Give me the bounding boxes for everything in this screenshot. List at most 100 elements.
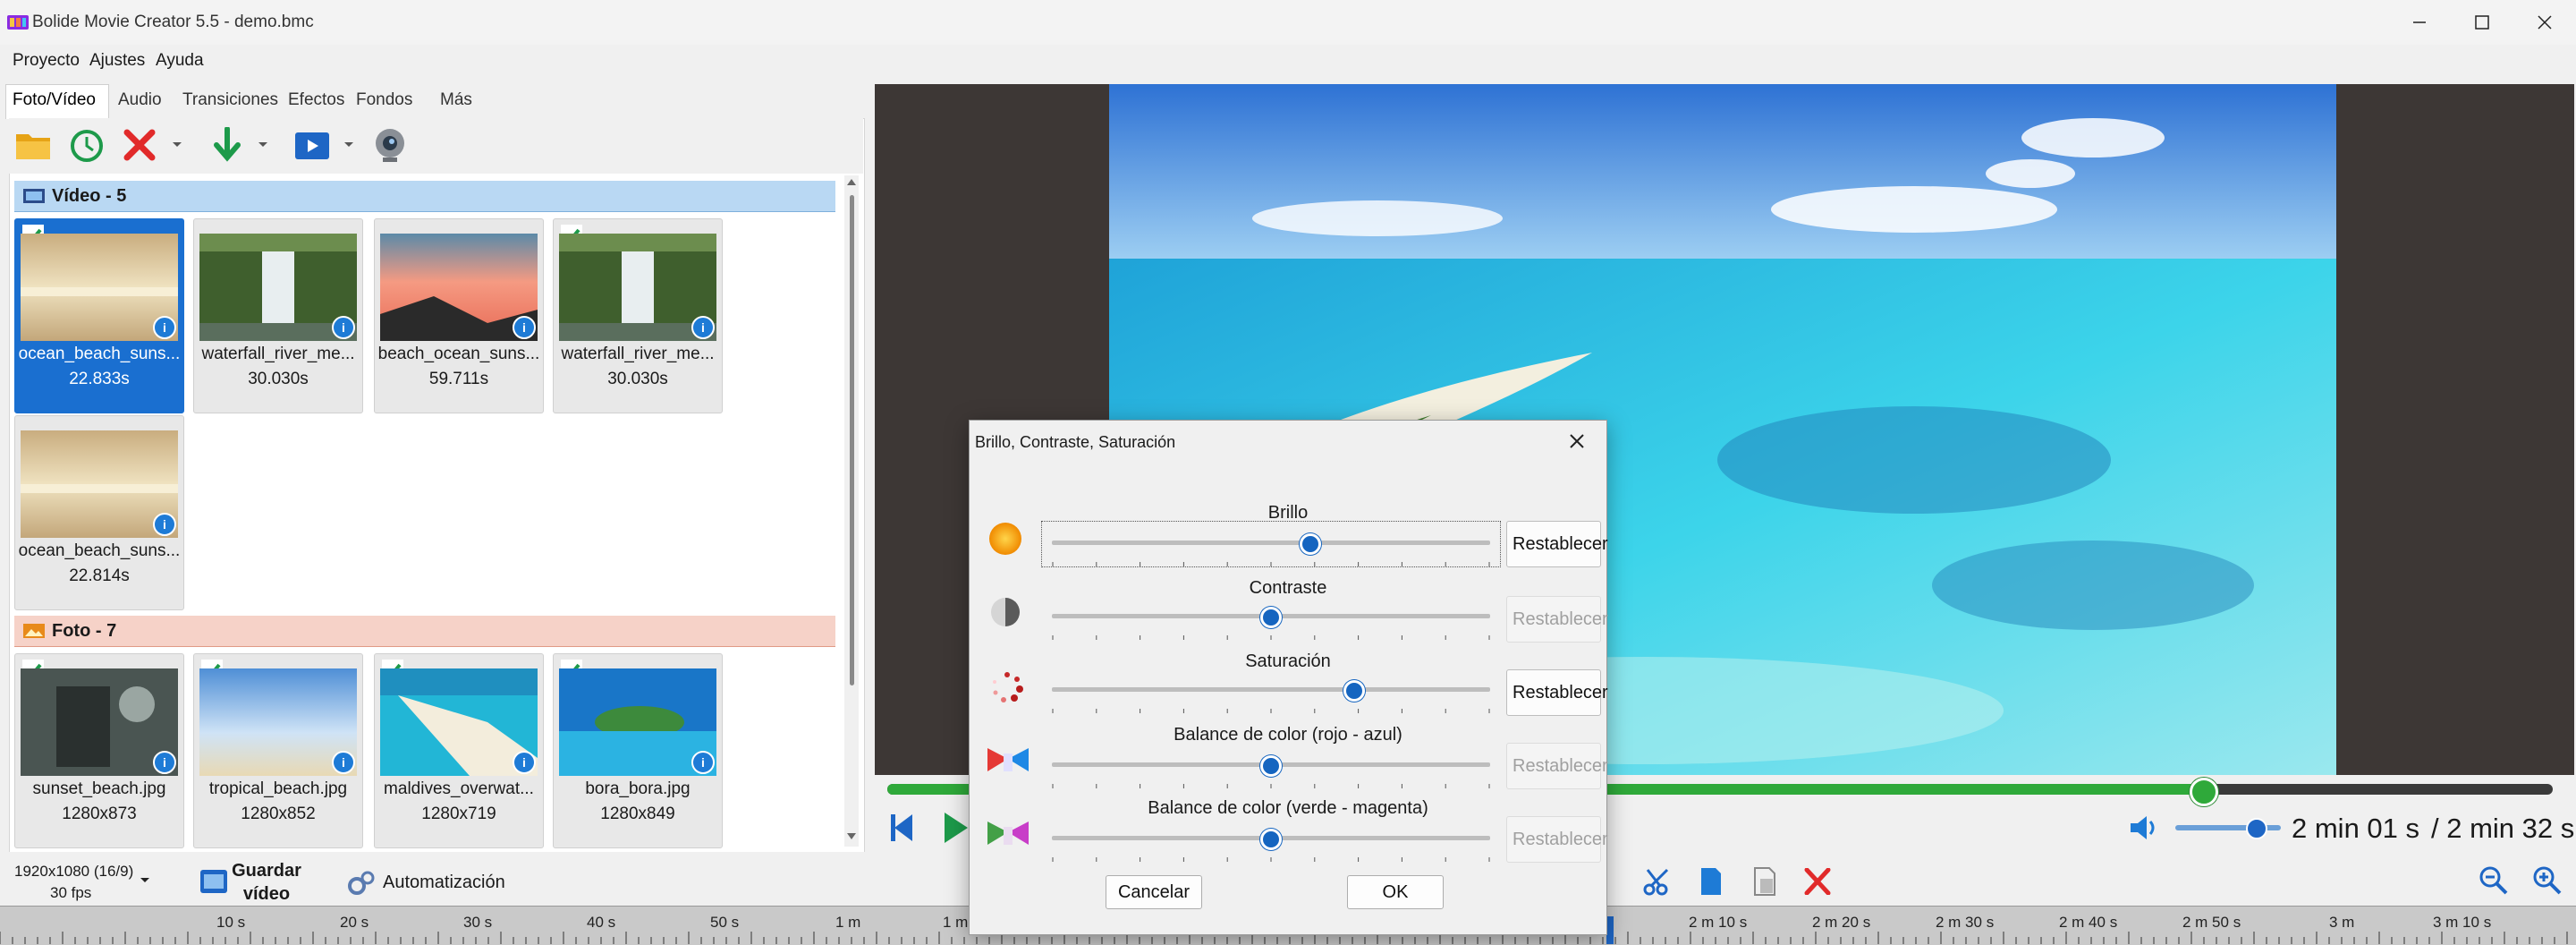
contrast-handle[interactable] — [1260, 607, 1282, 628]
media-item-name: bora_bora.jpg — [585, 779, 691, 798]
balance-red-blue-handle[interactable] — [1260, 755, 1282, 777]
tab-mas[interactable]: Más — [440, 90, 472, 110]
group-header-photo[interactable]: Foto - 7 — [14, 616, 835, 647]
media-item-duration: 22.814s — [69, 566, 130, 585]
seek-handle[interactable] — [2189, 778, 2218, 806]
media-item[interactable]: i waterfall_river_me... 30.030s — [553, 218, 723, 413]
volume-handle[interactable] — [2245, 818, 2267, 839]
saturation-handle[interactable] — [1343, 680, 1366, 702]
media-item-name: ocean_beach_suns... — [18, 541, 181, 560]
chevron-down-icon[interactable] — [258, 141, 268, 149]
chevron-down-icon[interactable] — [140, 877, 150, 884]
chevron-down-icon[interactable] — [172, 141, 182, 149]
maximize-button[interactable] — [2451, 0, 2513, 45]
ruler-label: 2 m 10 s — [1689, 914, 1748, 931]
media-item-name: tropical_beach.jpg — [208, 779, 348, 798]
cancel-button[interactable]: Cancelar — [1106, 875, 1202, 909]
previous-frame-icon[interactable] — [889, 813, 916, 843]
automation-button[interactable]: Automatización — [383, 873, 505, 893]
resolution-label[interactable]: 1920x1080 (16/9) — [14, 863, 133, 881]
info-icon[interactable]: i — [332, 751, 355, 774]
timer-icon[interactable] — [68, 127, 106, 163]
delete-clip-icon[interactable] — [1803, 868, 1832, 895]
media-item[interactable]: i ocean_beach_suns... 22.814s — [14, 415, 184, 610]
balance-green-magenta-reset-button[interactable]: Restablecer — [1506, 816, 1608, 863]
tab-fondos[interactable]: Fondos — [356, 90, 412, 110]
maximize-icon — [2475, 15, 2489, 30]
ruler-label: 3 m 10 s — [2433, 914, 2492, 931]
media-item[interactable]: i sunset_beach.jpg 1280x873 — [14, 653, 184, 848]
info-icon[interactable]: i — [153, 751, 176, 774]
scroll-down-icon[interactable] — [846, 832, 857, 841]
title-bar — [0, 0, 2576, 45]
media-item-duration: 30.030s — [607, 370, 668, 388]
menu-ajustes[interactable]: Ajustes — [89, 51, 145, 71]
info-icon[interactable]: i — [153, 513, 176, 536]
webcam-icon[interactable] — [370, 125, 410, 165]
ruler-label: 30 s — [463, 914, 493, 931]
media-scroll-thumb[interactable] — [850, 195, 854, 685]
ok-button[interactable]: OK — [1347, 875, 1444, 909]
group-header-video[interactable]: Vídeo - 5 — [14, 181, 835, 212]
fps-label: 30 fps — [50, 884, 92, 901]
tab-audio[interactable]: Audio — [118, 90, 162, 110]
delete-icon[interactable] — [122, 129, 157, 161]
balance-green-magenta-handle[interactable] — [1260, 829, 1282, 850]
info-icon[interactable]: i — [513, 751, 536, 774]
red-blue-balance-icon — [987, 748, 1029, 771]
volume-icon[interactable] — [2129, 814, 2159, 841]
close-icon[interactable] — [1567, 431, 1587, 451]
film-save-icon[interactable] — [199, 868, 229, 895]
menu-proyecto[interactable]: Proyecto — [13, 51, 80, 71]
save-video-label-2[interactable]: vídeo — [231, 884, 302, 905]
open-folder-icon[interactable] — [14, 129, 52, 161]
info-icon[interactable]: i — [691, 751, 715, 774]
arrow-down-icon[interactable] — [209, 127, 245, 163]
ruler-label: 2 m 20 s — [1812, 914, 1871, 931]
media-item-name: sunset_beach.jpg — [32, 779, 166, 798]
zoom-in-icon[interactable] — [2531, 864, 2563, 897]
save-video-label-1[interactable]: Guardar — [231, 861, 302, 881]
copy-icon[interactable] — [1698, 866, 1724, 897]
chevron-down-icon[interactable] — [343, 141, 354, 149]
info-icon[interactable]: i — [691, 316, 715, 339]
scroll-up-icon[interactable] — [846, 177, 857, 186]
media-item[interactable]: i waterfall_river_me... 30.030s — [193, 218, 363, 413]
brightness-handle[interactable] — [1300, 533, 1322, 555]
media-item[interactable]: i bora_bora.jpg 1280x849 — [553, 653, 723, 848]
media-item-dimensions: 1280x849 — [600, 805, 675, 823]
media-item[interactable]: i beach_ocean_suns... 59.711s — [374, 218, 544, 413]
gears-icon[interactable] — [347, 870, 376, 897]
media-item[interactable]: i maldives_overwat... 1280x719 — [374, 653, 544, 848]
playhead-marker[interactable] — [1606, 916, 1614, 944]
zoom-out-icon[interactable] — [2478, 864, 2510, 897]
minimize-button[interactable] — [2388, 0, 2451, 45]
ruler-label: 1 m — [835, 914, 861, 931]
media-item[interactable]: i ocean_beach_suns... 22.833s — [14, 218, 184, 413]
brightness-slider[interactable] — [1052, 541, 1490, 545]
saturation-slider[interactable] — [1052, 687, 1490, 692]
info-icon[interactable]: i — [513, 316, 536, 339]
brightness-reset-button[interactable]: Restablecer — [1506, 521, 1608, 567]
paste-icon[interactable] — [1751, 866, 1778, 897]
info-icon[interactable]: i — [332, 316, 355, 339]
close-window-button[interactable] — [2513, 0, 2576, 45]
saturation-icon — [993, 672, 1023, 702]
film-icon — [23, 189, 45, 203]
app-logo-icon — [7, 15, 29, 30]
tab-transiciones[interactable]: Transiciones — [182, 90, 278, 110]
media-item-dimensions: 1280x852 — [241, 805, 316, 823]
tab-foto-video[interactable]: Foto/Vídeo — [13, 90, 96, 110]
info-icon[interactable]: i — [153, 316, 176, 339]
video-clip-icon[interactable] — [293, 129, 331, 161]
tab-efectos[interactable]: Efectos — [288, 90, 344, 110]
ruler-label: 2 m 40 s — [2059, 914, 2118, 931]
play-icon[interactable] — [943, 811, 970, 845]
menu-ayuda[interactable]: Ayuda — [156, 51, 204, 71]
media-item-name: ocean_beach_suns... — [18, 345, 181, 363]
media-item[interactable]: i tropical_beach.jpg 1280x852 — [193, 653, 363, 848]
balance-red-blue-reset-button[interactable]: Restablecer — [1506, 743, 1608, 789]
cut-icon[interactable] — [1642, 868, 1674, 897]
contrast-reset-button[interactable]: Restablecer — [1506, 596, 1608, 643]
saturation-reset-button[interactable]: Restablecer — [1506, 669, 1608, 716]
